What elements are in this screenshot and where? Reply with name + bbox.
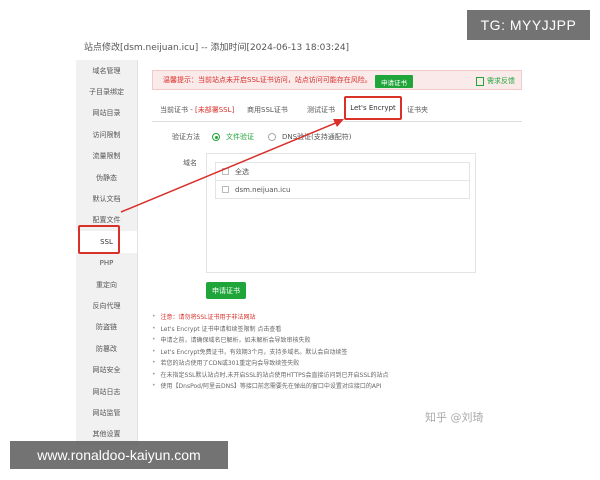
sidebar-item-ssl[interactable]: SSL xyxy=(76,231,137,253)
ssl-warning-bar: 温馨提示：当前站点未开启SSL证书访问，站点访问可能存在风险。 xyxy=(152,70,522,90)
note-item: 在未指定SSL默认站点时,未开启SSL的站点使用HTTPS会直接访问到已开启SS… xyxy=(152,369,472,381)
verify-method-row: 验证方法 文件验证 DNS验证(支持通配符) xyxy=(172,132,352,142)
sidebar: 域名管理 子目录绑定 网站目录 访问限制 流量限制 伪静态 默认文档 配置文件 … xyxy=(76,60,138,445)
select-all-row[interactable]: 全选 xyxy=(215,162,470,181)
sidebar-item-security[interactable]: 网站安全 xyxy=(76,359,137,380)
select-all-checkbox[interactable] xyxy=(222,168,229,175)
warning-apply-button[interactable]: 申请证书 xyxy=(375,75,413,88)
note-item: Let's Encrypt免费证书，有效期3个月，支持多域名。默认会自动续签 xyxy=(152,346,472,358)
dialog-title: 站点修改[dsm.neijuan.icu] -- 添加时间[2024-06-13… xyxy=(84,43,350,53)
warning-text: 温馨提示：当前站点未开启SSL证书访问，站点访问可能存在风险。 xyxy=(163,76,372,84)
apply-cert-button[interactable]: 申请证书 xyxy=(206,282,246,299)
domain-label: 域名 xyxy=(183,159,197,167)
sidebar-item-redirect[interactable]: 重定向 xyxy=(76,274,137,295)
sidebar-item-default-doc[interactable]: 默认文档 xyxy=(76,188,137,209)
tab-commercial-ssl[interactable]: 商用SSL证书 xyxy=(247,105,288,115)
sidebar-item-access-limit[interactable]: 访问限制 xyxy=(76,124,137,145)
sidebar-item-config-file[interactable]: 配置文件 xyxy=(76,210,137,231)
domain-checkbox[interactable] xyxy=(222,186,229,193)
sidebar-item-subdir[interactable]: 子目录绑定 xyxy=(76,81,137,102)
verify-label: 验证方法 xyxy=(172,133,200,141)
radio-file-label[interactable]: 文件验证 xyxy=(226,132,254,142)
radio-file-verify[interactable] xyxy=(212,133,220,141)
sidebar-item-php[interactable]: PHP xyxy=(76,253,137,274)
note-item: 若您的站点使用了CDN或301重定向会导致续签失败 xyxy=(152,357,472,369)
domain-row[interactable]: dsm.neijuan.icu xyxy=(215,180,470,199)
note-item: 申请之前，请确保域名已解析，如未解析会导致审核失败 xyxy=(152,334,472,346)
tg-watermark: TG: MYYJJPP xyxy=(467,10,590,40)
sidebar-item-tamper-proof[interactable]: 防篡改 xyxy=(76,338,137,359)
sidebar-item-logs[interactable]: 网站日志 xyxy=(76,381,137,402)
sidebar-item-hotlink[interactable]: 防盗链 xyxy=(76,317,137,338)
sidebar-item-rewrite[interactable]: 伪静态 xyxy=(76,167,137,188)
radio-dns-verify[interactable] xyxy=(268,133,276,141)
sidebar-item-reverse-proxy[interactable]: 反向代理 xyxy=(76,295,137,316)
note-item: Let's Encrypt 证书申请和续签限制 点击查看 xyxy=(152,323,472,335)
tab-test-cert[interactable]: 测试证书 xyxy=(307,105,335,115)
feedback-icon xyxy=(476,76,484,86)
tab-current-status: [未部署SSL] xyxy=(194,106,235,114)
domain-name: dsm.neijuan.icu xyxy=(235,185,291,194)
url-watermark: www.ronaldoo-kaiyun.com xyxy=(10,441,228,469)
tab-current-cert[interactable]: 当前证书 - [未部署SSL] xyxy=(160,105,234,115)
feedback-label: 需求反馈 xyxy=(487,77,515,85)
notes-list: 注意：请勿将SSL证书用于非法网站 Let's Encrypt 证书申请和续签限… xyxy=(152,311,472,392)
tab-current-prefix: 当前证书 - xyxy=(160,106,195,114)
sidebar-item-traffic-limit[interactable]: 流量限制 xyxy=(76,146,137,167)
tab-lets-encrypt[interactable]: Let's Encrypt xyxy=(344,96,402,120)
sidebar-item-monitor[interactable]: 网站监管 xyxy=(76,402,137,423)
note-item: 注意：请勿将SSL证书用于非法网站 xyxy=(152,311,472,323)
select-all-label: 全选 xyxy=(235,167,249,176)
radio-dns-label[interactable]: DNS验证(支持通配符) xyxy=(282,132,352,142)
feedback-link[interactable]: 需求反馈 xyxy=(476,76,515,86)
sidebar-item-site-dir[interactable]: 网站目录 xyxy=(76,103,137,124)
ssl-tabs: 当前证书 - [未部署SSL] 商用SSL证书 测试证书 证书夹 xyxy=(152,98,522,122)
domain-list: 全选 dsm.neijuan.icu xyxy=(206,153,476,273)
sidebar-item-domain[interactable]: 域名管理 xyxy=(76,60,137,81)
zhihu-watermark: 知乎 @刘琦 xyxy=(425,411,484,424)
note-item: 使用【DnsPod/阿里云DNS】等接口前您需要先在弹出的窗口中设置对应接口的A… xyxy=(152,380,472,392)
tab-cert-folder[interactable]: 证书夹 xyxy=(407,105,428,115)
